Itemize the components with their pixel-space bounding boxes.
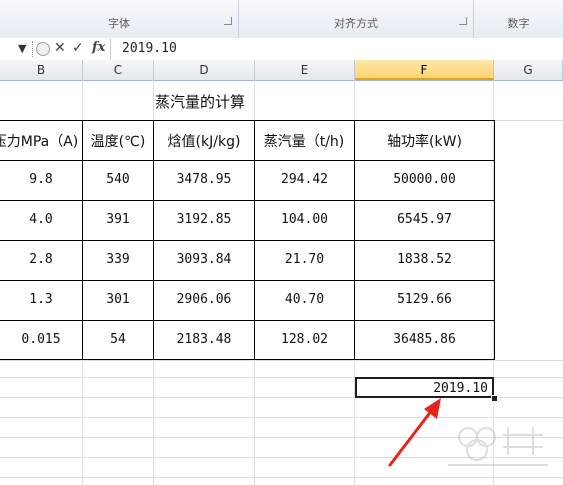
watermark-logo [448,427,548,466]
red-arrow-annotation [388,398,441,467]
